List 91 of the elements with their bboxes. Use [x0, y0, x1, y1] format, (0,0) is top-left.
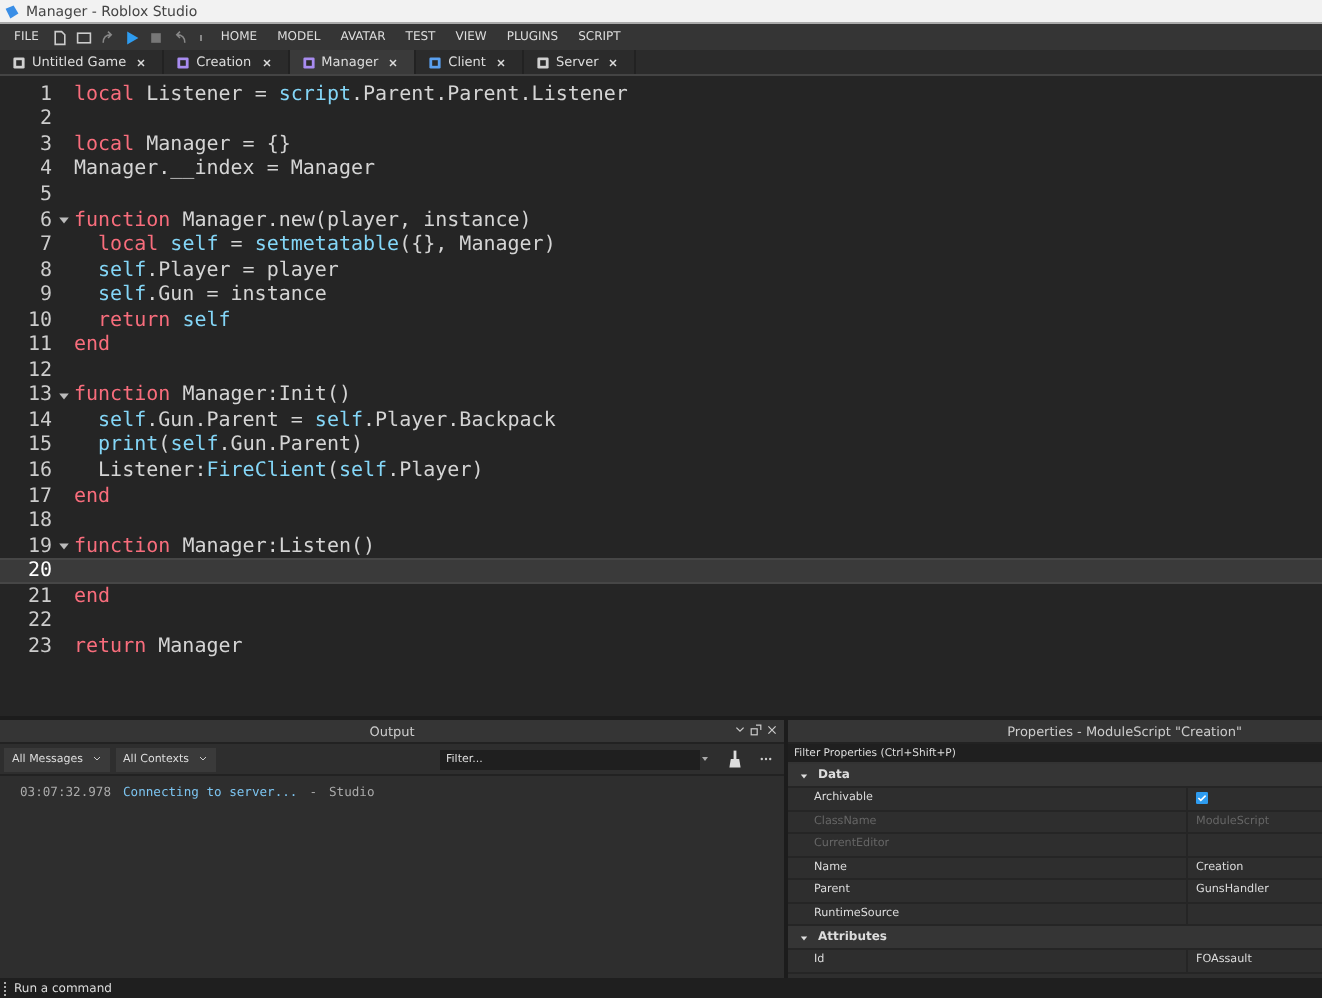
dropdown-arrow-icon[interactable] — [700, 754, 710, 764]
fold-arrow-icon[interactable] — [57, 389, 69, 402]
code-line: function Manager:Init() — [74, 384, 351, 407]
line-number: 18 — [25, 510, 52, 533]
editor-line[interactable]: 8 self.Player = player — [0, 257, 1322, 283]
close-icon[interactable] — [495, 57, 506, 67]
editor-line[interactable]: 19 function Manager:Listen() — [0, 533, 1322, 559]
editor-line[interactable]: 23 return Manager — [0, 634, 1322, 660]
code-line: function Manager.new(player, instance) — [74, 209, 532, 231]
code-line: end — [74, 585, 111, 608]
line-number: 21 — [25, 585, 52, 608]
editor-line[interactable]: 22 — [0, 608, 1322, 635]
code-line: print(self.Gun.Parent) — [96, 434, 364, 457]
editor-line[interactable]: 5 — [0, 182, 1322, 208]
editor-line[interactable]: 12 — [0, 358, 1322, 384]
code-editor[interactable] — [0, 76, 1322, 720]
editor-line[interactable]: 3 local Manager = {} — [0, 132, 1322, 158]
code-line: self.Gun = instance — [96, 284, 327, 307]
code-line: self.Player = player — [96, 259, 339, 282]
fold-arrow-icon[interactable] — [57, 540, 69, 553]
line-number: 23 — [25, 635, 52, 658]
script-icon — [176, 55, 191, 69]
line-number: 16 — [25, 459, 52, 482]
code-line: end — [74, 334, 111, 357]
code-line: self.Gun.Parent = self.Player.Backpack — [96, 409, 556, 432]
redo-icon[interactable] — [100, 29, 117, 45]
editor-line[interactable]: 2 — [0, 107, 1322, 133]
line-number: 9 — [37, 284, 52, 307]
line-number: 3 — [37, 133, 52, 156]
code-line: local Listener = script.Parent.Parent.Listener — [74, 83, 628, 106]
line-number: 6 — [37, 209, 52, 231]
line-number: 13 — [25, 384, 52, 407]
editor-line[interactable]: 10 return self — [0, 307, 1322, 333]
line-number: 5 — [37, 183, 52, 206]
expand-arrow-icon[interactable] — [800, 933, 808, 941]
line-number: 8 — [37, 259, 52, 282]
more-icon[interactable] — [760, 756, 772, 762]
script-icon — [12, 55, 26, 69]
editor-line[interactable]: 9 self.Gun = instance — [0, 282, 1322, 308]
line-number: 2 — [37, 108, 52, 131]
code-line: Listener:FireClient(self.Player) — [96, 459, 484, 482]
line-number: 19 — [25, 535, 52, 558]
line-number: 1 — [37, 83, 52, 106]
editor-line[interactable]: 15 print(self.Gun.Parent) — [0, 433, 1322, 459]
code-line: function Manager:Listen() — [74, 535, 376, 558]
code-line: end — [74, 485, 111, 508]
close-icon[interactable] — [388, 57, 399, 67]
editor-line[interactable]: 16 Listener:FireClient(self.Player) — [0, 458, 1322, 484]
code-line: Manager.__index = Manager — [74, 158, 376, 181]
close-icon[interactable] — [766, 724, 778, 736]
code-line: local Manager = {} — [74, 133, 291, 156]
close-icon[interactable] — [608, 57, 619, 67]
line-number: 12 — [25, 359, 52, 382]
line-number: 11 — [25, 334, 52, 357]
play-icon[interactable] — [124, 29, 141, 45]
studio-logo-icon — [4, 3, 20, 19]
stop-icon[interactable] — [148, 29, 165, 45]
script-icon — [301, 55, 316, 69]
code-line: return Manager — [74, 635, 243, 658]
editor-line[interactable]: 1 local Listener = script.Parent.Parent.Listener — [0, 82, 1322, 108]
editor-line[interactable]: 18 — [0, 508, 1322, 534]
close-icon[interactable] — [136, 57, 147, 67]
line-number: 4 — [37, 158, 52, 181]
line-number: 10 — [25, 309, 52, 332]
line-number: 17 — [25, 485, 52, 508]
editor-line[interactable]: 4 Manager.__index = Manager — [0, 157, 1322, 183]
editor-line[interactable]: 21 end — [0, 583, 1322, 609]
broom-icon[interactable] — [728, 750, 742, 768]
line-number: 14 — [25, 409, 52, 432]
fold-arrow-icon[interactable] — [57, 214, 69, 226]
editor-line[interactable]: 7 local self = setmetatable({}, Manager) — [0, 232, 1322, 258]
line-number: 7 — [37, 234, 52, 257]
editor-line[interactable]: 6 function Manager.new(player, instance) — [0, 207, 1322, 233]
line-number: 20 — [25, 560, 52, 583]
script-icon — [428, 55, 443, 69]
close-icon[interactable] — [261, 57, 272, 67]
new-file-icon[interactable] — [52, 29, 69, 45]
code-line: return self — [96, 309, 231, 332]
editor-line[interactable]: 11 end — [0, 332, 1322, 359]
editor-line[interactable]: 13 function Manager:Init() — [0, 383, 1322, 409]
editor-line[interactable]: 17 end — [0, 483, 1322, 509]
line-number: 15 — [25, 434, 52, 457]
line-number: 22 — [25, 610, 52, 633]
float-icon[interactable] — [750, 724, 762, 736]
editor-line[interactable]: 14 self.Gun.Parent = self.Player.Backpack — [0, 408, 1322, 434]
expand-arrow-icon[interactable] — [800, 771, 808, 779]
script-icon — [535, 55, 550, 69]
checkbox[interactable] — [1196, 792, 1208, 805]
undo-icon[interactable] — [172, 29, 189, 45]
code-line: local self = setmetatable({}, Manager) — [96, 234, 556, 257]
chevron-down-icon[interactable] — [734, 724, 746, 736]
